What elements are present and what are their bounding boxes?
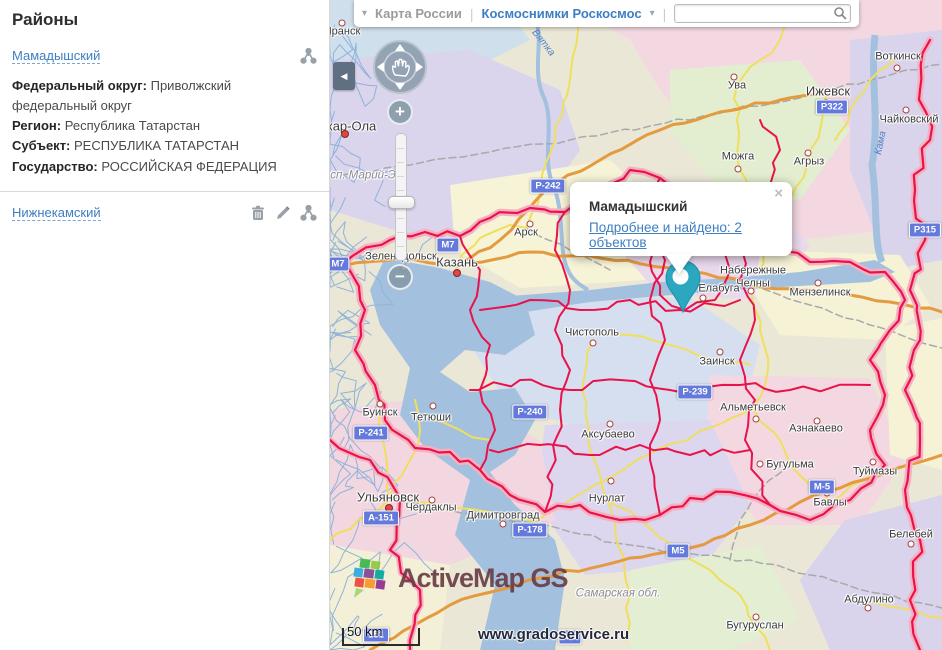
zoom-slider-track[interactable] (395, 133, 407, 261)
separator: | (470, 6, 474, 22)
road-badge: Р-242 (530, 179, 565, 194)
city-dot (870, 459, 877, 466)
detail-row: Государство: РОССИЙСКАЯ ФЕДЕРАЦИЯ (12, 157, 317, 177)
chevron-down-icon[interactable]: ▾ (650, 8, 655, 19)
city-dot (453, 269, 461, 277)
scale-bar: 50 km (342, 624, 420, 646)
detail-row: Федеральный округ: Приволжский федеральн… (12, 76, 317, 116)
detail-label: Регион: (12, 118, 61, 133)
plus-icon: + (395, 102, 405, 121)
road-badge: М7 (436, 238, 459, 253)
map-base-layer (330, 0, 942, 650)
map-canvas[interactable]: ЯранскВоткинскУваИжевскЧайковскийЙошкар-… (330, 0, 942, 650)
detail-label: Субъект: (12, 138, 70, 153)
divider (0, 191, 329, 192)
layer-toolbar: ▾ Карта России | Космоснимки Роскосмос ▾… (354, 0, 859, 27)
popup-close-icon[interactable]: × (774, 186, 783, 201)
road-badge: Р-241 (353, 426, 388, 441)
attribution-url[interactable]: www.gradoservice.ru (478, 626, 629, 643)
detail-row: Регион: Республика Татарстан (12, 116, 317, 136)
share-icon[interactable] (300, 205, 317, 221)
city-dot (735, 166, 742, 173)
city-dot (500, 521, 507, 528)
city-dot (731, 74, 738, 81)
road-badge: М7 (330, 257, 350, 272)
layer-tab-base[interactable]: Карта России (375, 6, 462, 21)
road-badge: Р-239 (677, 385, 712, 400)
sidebar-collapse-button[interactable]: ◀ (333, 62, 355, 90)
detail-label: Федеральный округ: (12, 78, 147, 93)
detail-row: Субъект: РЕСПУБЛИКА ТАТАРСТАН (12, 136, 317, 156)
city-dot (429, 497, 436, 504)
detail-value: Республика Татарстан (65, 118, 200, 133)
share-icon[interactable] (300, 48, 317, 64)
city-dot (903, 107, 910, 114)
map-popup: × Мамадышский Подробнее и найдено: 2 объ… (570, 182, 792, 256)
edit-pencil-icon[interactable] (275, 205, 291, 221)
city-dot (717, 349, 724, 356)
sidebar-panel: Районы Мамадышский Федеральный округ: Пр… (0, 0, 330, 650)
city-dot (757, 461, 764, 468)
trash-icon[interactable] (250, 205, 266, 221)
zoom-in-button[interactable]: + (387, 99, 413, 125)
city-dot (908, 541, 915, 548)
road-badge: Р-240 (512, 405, 547, 420)
district-link-mamadyshsky[interactable]: Мамадышский (12, 48, 100, 64)
road-badge: Р322 (816, 100, 848, 115)
search-input[interactable] (674, 4, 851, 23)
chevron-down-icon[interactable]: ▾ (362, 8, 367, 19)
district-details: Федеральный округ: Приволжский федеральн… (12, 76, 317, 177)
city-dot (753, 416, 760, 423)
city-dot (590, 340, 597, 347)
city-dot (753, 614, 760, 621)
popup-title: Мамадышский (589, 199, 792, 214)
detail-label: Государство: (12, 159, 98, 174)
city-dot (805, 150, 812, 157)
detail-value: РЕСПУБЛИКА ТАТАРСТАН (74, 138, 239, 153)
zoom-slider-handle[interactable] (388, 196, 415, 209)
road-badge: Р315 (909, 223, 941, 238)
zoom-out-button[interactable]: − (387, 264, 413, 290)
detail-value: РОССИЙСКАЯ ФЕДЕРАЦИЯ (101, 159, 276, 174)
road-badge: А-151 (363, 511, 399, 526)
collapse-arrow-icon: ◀ (341, 71, 348, 82)
city-dot (814, 418, 821, 425)
road-badge: М-5 (809, 480, 835, 495)
city-dot (894, 65, 901, 72)
road-badge: М5 (666, 544, 689, 559)
popup-details-link[interactable]: Подробнее и найдено: 2 объектов (589, 220, 792, 250)
city-dot (339, 20, 346, 27)
page-title: Районы (12, 10, 329, 30)
district-link-nizhnekamsky[interactable]: Нижнекамский (12, 205, 101, 221)
district-row-nizhnekamsky: Нижнекамский (12, 205, 317, 221)
city-dot (748, 288, 755, 295)
layer-tab-satellite[interactable]: Космоснимки Роскосмос (482, 6, 642, 21)
city-dot (608, 478, 615, 485)
district-row-mamadyshsky: Мамадышский (12, 48, 317, 64)
city-dot (607, 421, 614, 428)
city-dot (341, 130, 349, 138)
city-dot (527, 221, 534, 228)
city-dot (815, 280, 822, 287)
city-dot (430, 403, 437, 410)
road-badge: Р-178 (512, 523, 547, 538)
city-dot (865, 605, 872, 612)
minus-icon: − (395, 267, 405, 286)
pan-control[interactable] (372, 39, 428, 95)
search-icon[interactable] (833, 6, 848, 21)
separator: | (663, 6, 667, 22)
city-dot (377, 401, 384, 408)
activemap-app: Районы Мамадышский Федеральный округ: Пр… (0, 0, 942, 650)
scale-label: 50 km (347, 624, 382, 639)
popup-tail (665, 254, 693, 274)
